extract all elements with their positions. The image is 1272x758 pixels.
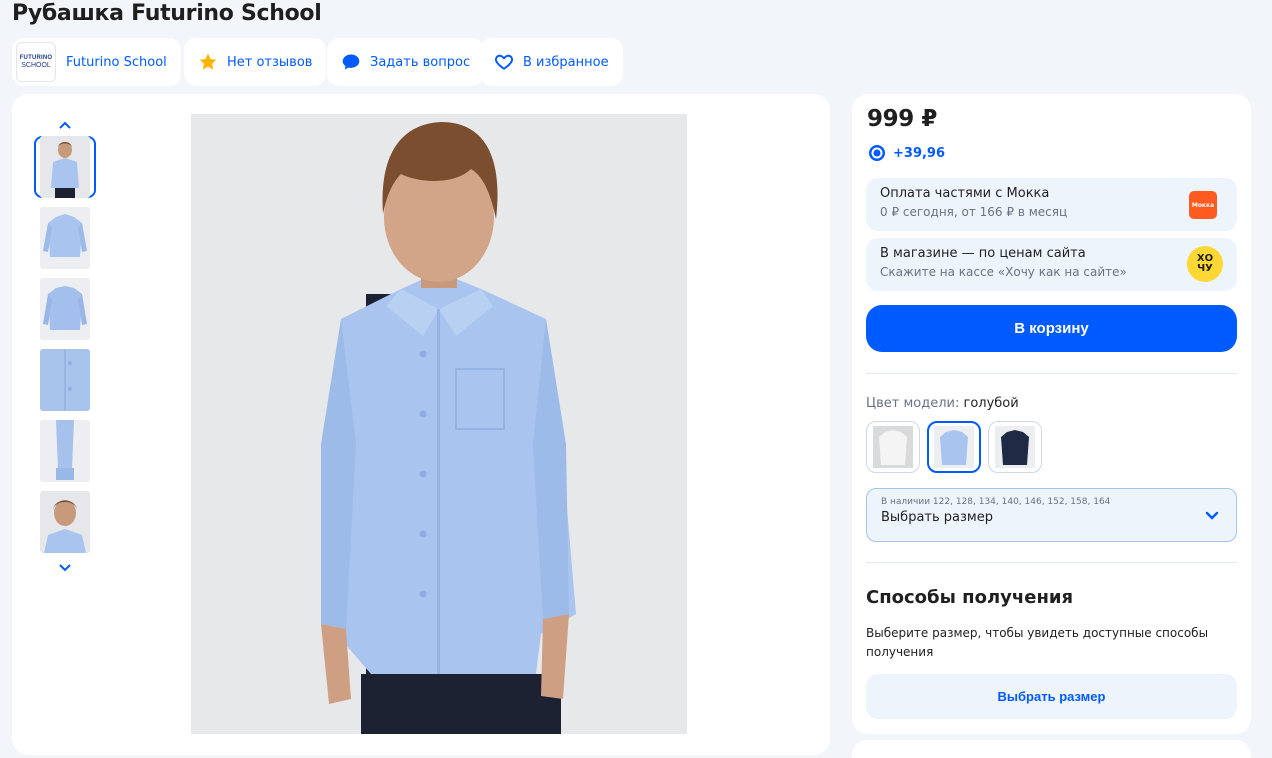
color-swatch-white[interactable] bbox=[866, 421, 920, 473]
gallery-thumbnail[interactable] bbox=[34, 278, 96, 340]
store-price-banner[interactable]: В магазине — по ценам сайта Скажите на к… bbox=[866, 238, 1237, 291]
thumbnail-image bbox=[40, 207, 90, 269]
store-price-title: В магазине — по ценам сайта bbox=[880, 246, 1086, 261]
add-to-cart-button[interactable]: В корзину bbox=[866, 305, 1237, 352]
product-title: Рубашка Futurino School bbox=[12, 1, 322, 26]
thumbnail-image bbox=[40, 278, 90, 340]
favorite-chip[interactable]: В избранное bbox=[480, 38, 623, 86]
bonus-coin-icon bbox=[869, 145, 885, 161]
size-selector[interactable]: В наличии 122, 128, 134, 140, 146, 152, … bbox=[866, 488, 1237, 542]
product-gallery bbox=[12, 94, 830, 755]
price: 999 ₽ bbox=[867, 106, 938, 132]
brand-chip[interactable]: FUTURINO SCHOOL Futurino School bbox=[12, 38, 181, 86]
gallery-thumbnail[interactable] bbox=[34, 136, 96, 198]
star-icon bbox=[198, 52, 218, 72]
store-price-subtitle: Скажите на кассе «Хочу как на сайте» bbox=[880, 265, 1127, 279]
color-swatch-navy[interactable] bbox=[988, 421, 1042, 473]
gallery-thumbnail[interactable] bbox=[34, 349, 96, 411]
divider bbox=[866, 562, 1237, 563]
choose-size-button[interactable]: Выбрать размер bbox=[866, 674, 1237, 719]
chevron-down-icon bbox=[1205, 511, 1219, 520]
bonus-value: +39,96 bbox=[893, 145, 946, 161]
available-sizes: В наличии 122, 128, 134, 140, 146, 152, … bbox=[881, 497, 1111, 507]
swatch-image bbox=[995, 426, 1035, 468]
favorite-label: В избранное bbox=[523, 54, 609, 70]
delivery-heading: Способы получения bbox=[866, 587, 1074, 608]
thumbnail-image bbox=[40, 420, 90, 482]
installments-title: Оплата частями с Мокка bbox=[880, 186, 1050, 201]
chat-bubble-icon bbox=[341, 52, 361, 72]
thumbnail-image bbox=[40, 491, 90, 553]
swatch-image bbox=[873, 426, 913, 468]
swatch-image bbox=[934, 426, 974, 468]
chevron-down-icon bbox=[59, 564, 71, 572]
reviews-chip[interactable]: Нет отзывов bbox=[184, 38, 327, 86]
installments-banner[interactable]: Оплата частями с Мокка 0 ₽ сегодня, от 1… bbox=[866, 178, 1237, 231]
brand-name: Futurino School bbox=[66, 54, 167, 70]
thumbnail-image bbox=[40, 136, 90, 198]
purchase-panel: 999 ₽ +39,96 Оплата частями с Мокка 0 ₽ … bbox=[852, 94, 1251, 734]
color-swatch-light-blue[interactable] bbox=[927, 421, 981, 473]
delivery-text: Выберите размер, чтобы увидеть доступные… bbox=[866, 626, 1209, 659]
color-value: голубой bbox=[963, 396, 1019, 411]
gallery-thumbnail[interactable] bbox=[34, 491, 96, 553]
hochu-logo: ХО ЧУ bbox=[1187, 246, 1223, 282]
mokka-logo: Мокка bbox=[1189, 191, 1217, 219]
secondary-panel bbox=[852, 740, 1251, 758]
color-label: Цвет модели: голубой bbox=[866, 396, 1019, 411]
ask-question-chip[interactable]: Задать вопрос bbox=[327, 38, 485, 86]
gallery-thumbnail[interactable] bbox=[34, 420, 96, 482]
thumbnail-image bbox=[40, 349, 90, 411]
thumbnail-strip bbox=[34, 116, 96, 577]
divider bbox=[866, 373, 1237, 374]
scroll-up-button[interactable] bbox=[34, 116, 96, 134]
brand-logo: FUTURINO SCHOOL bbox=[16, 42, 56, 82]
gallery-thumbnail[interactable] bbox=[34, 207, 96, 269]
bonus-points: +39,96 bbox=[867, 144, 945, 162]
size-selector-label: Выбрать размер bbox=[881, 510, 993, 525]
ask-question-label: Задать вопрос bbox=[370, 54, 471, 70]
heart-icon bbox=[494, 52, 514, 72]
reviews-label: Нет отзывов bbox=[227, 54, 313, 70]
main-product-image[interactable] bbox=[191, 114, 687, 734]
chevron-up-icon bbox=[59, 121, 71, 129]
scroll-down-button[interactable] bbox=[34, 559, 96, 577]
installments-subtitle: 0 ₽ сегодня, от 166 ₽ в месяц bbox=[880, 205, 1068, 219]
